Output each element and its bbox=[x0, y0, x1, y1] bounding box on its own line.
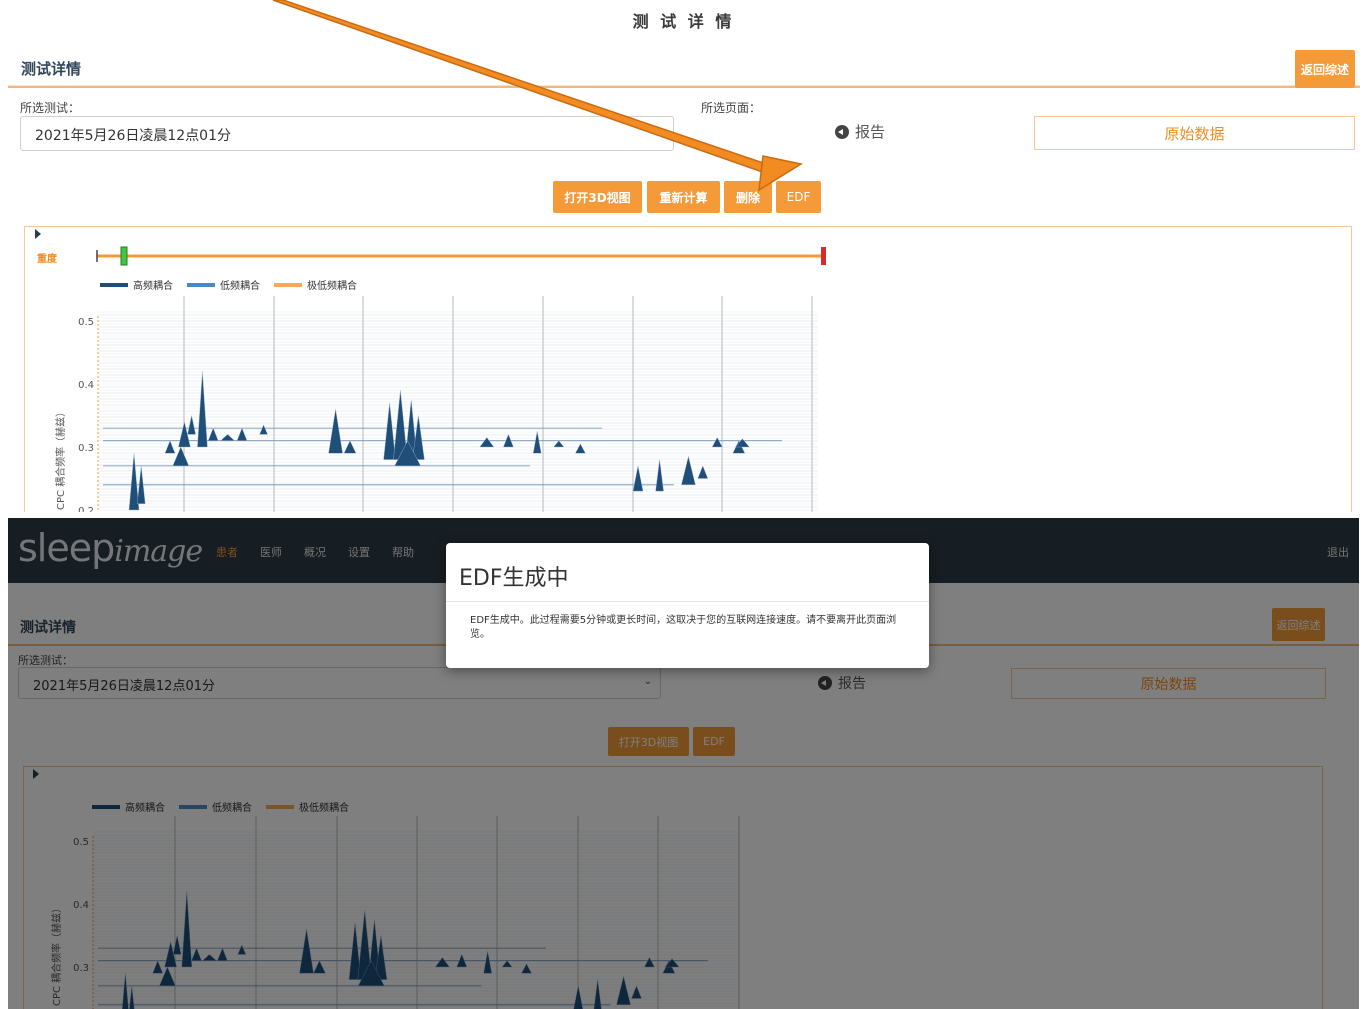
arrow-circle-left-icon bbox=[835, 124, 849, 139]
legend-item-low: 低频耦合 bbox=[187, 277, 260, 292]
coupling-peak bbox=[479, 437, 495, 448]
coupling-peak bbox=[681, 456, 696, 486]
legend-item-high: 高频耦合 bbox=[100, 277, 173, 292]
coupling-peak bbox=[259, 424, 268, 435]
page-title: 测 试 详 情 bbox=[632, 12, 735, 31]
y-tick-label: 0.5 bbox=[78, 317, 94, 328]
chart-legend: 高频耦合 低频耦合 极低频耦合 bbox=[100, 277, 357, 292]
timeline-end-handle[interactable] bbox=[821, 247, 826, 265]
timeline-start-handle[interactable] bbox=[120, 246, 128, 266]
severity-timeline[interactable] bbox=[95, 244, 830, 268]
open-3d-view-button[interactable]: 打开3D视图 bbox=[553, 181, 642, 213]
coupling-peak bbox=[328, 409, 343, 454]
raw-data-button[interactable]: 原始数据 bbox=[1034, 116, 1355, 150]
test-select-value: 2021年5月26日凌晨12点01分 bbox=[35, 128, 231, 144]
modal-body: EDF生成中。此过程需要5分钟或更长时间，这取决于您的互联网连接速度。请不要离开… bbox=[470, 615, 897, 640]
coupling-peak bbox=[655, 459, 664, 492]
page-root: 测 试 详 情 测试详情 返回综述 所选测试： 所选页面： 2021年5月26日… bbox=[0, 0, 1367, 1009]
coupling-peak bbox=[532, 431, 542, 454]
section-title: 测试详情 bbox=[21, 60, 82, 78]
y-tick-label: 0.3 bbox=[78, 443, 94, 454]
coupling-peak bbox=[575, 443, 586, 454]
test-select[interactable]: 2021年5月26日凌晨12点01分 bbox=[20, 116, 674, 151]
cpc-chart: 0.5 0.4 0.3 0.2 bbox=[60, 296, 830, 512]
legend-swatch-high bbox=[100, 282, 128, 287]
coupling-peak bbox=[187, 415, 196, 435]
expand-triangle-icon[interactable] bbox=[35, 229, 41, 239]
legend-swatch-vlow bbox=[274, 282, 302, 287]
coupling-peak bbox=[711, 437, 723, 448]
report-link[interactable]: 报告 bbox=[835, 121, 885, 142]
selected-test-label: 所选测试： bbox=[20, 101, 81, 115]
edf-button[interactable]: EDF bbox=[776, 181, 821, 213]
y-tick-label: 0.2 bbox=[78, 506, 94, 512]
recalculate-button[interactable]: 重新计算 bbox=[647, 181, 720, 213]
coupling-peak bbox=[383, 402, 396, 460]
coupling-peak bbox=[207, 427, 219, 441]
y-tick-label: 0.4 bbox=[78, 380, 94, 391]
edf-generating-modal: EDF生成中 EDF生成中。此过程需要5分钟或更长时间，这取决于您的互联网连接速… bbox=[446, 543, 929, 668]
y-axis-label-text: CPC 耦合频率（赫兹） bbox=[56, 406, 67, 510]
legend-label-low: 低频耦合 bbox=[220, 281, 260, 292]
coupling-peak bbox=[197, 371, 208, 448]
modal-title: EDF生成中 bbox=[446, 543, 929, 602]
top-screenshot: 测 试 详 情 测试详情 返回综述 所选测试： 所选页面： 2021年5月26日… bbox=[0, 0, 1367, 512]
coupling-peak bbox=[236, 427, 248, 441]
severity-label: 重度 bbox=[37, 254, 57, 265]
section-header: 测试详情 bbox=[8, 48, 1360, 88]
chart-plot: 0.5 0.4 0.3 0.2 bbox=[78, 296, 818, 512]
report-link-label: 报告 bbox=[855, 123, 886, 141]
back-to-summary-button[interactable]: 返回综述 bbox=[1295, 50, 1355, 88]
legend-label-vlow: 极低频耦合 bbox=[307, 281, 357, 292]
coupling-peak bbox=[632, 465, 644, 492]
delete-button[interactable]: 删除 bbox=[724, 181, 772, 213]
legend-label-high: 高频耦合 bbox=[133, 281, 173, 292]
coupling-peak bbox=[734, 438, 750, 448]
y-axis-label: CPC 耦合频率（赫兹） bbox=[52, 407, 67, 510]
legend-item-vlow: 极低频耦合 bbox=[274, 277, 357, 292]
selected-page-label: 所选页面： bbox=[701, 101, 762, 115]
legend-swatch-low bbox=[187, 282, 215, 287]
